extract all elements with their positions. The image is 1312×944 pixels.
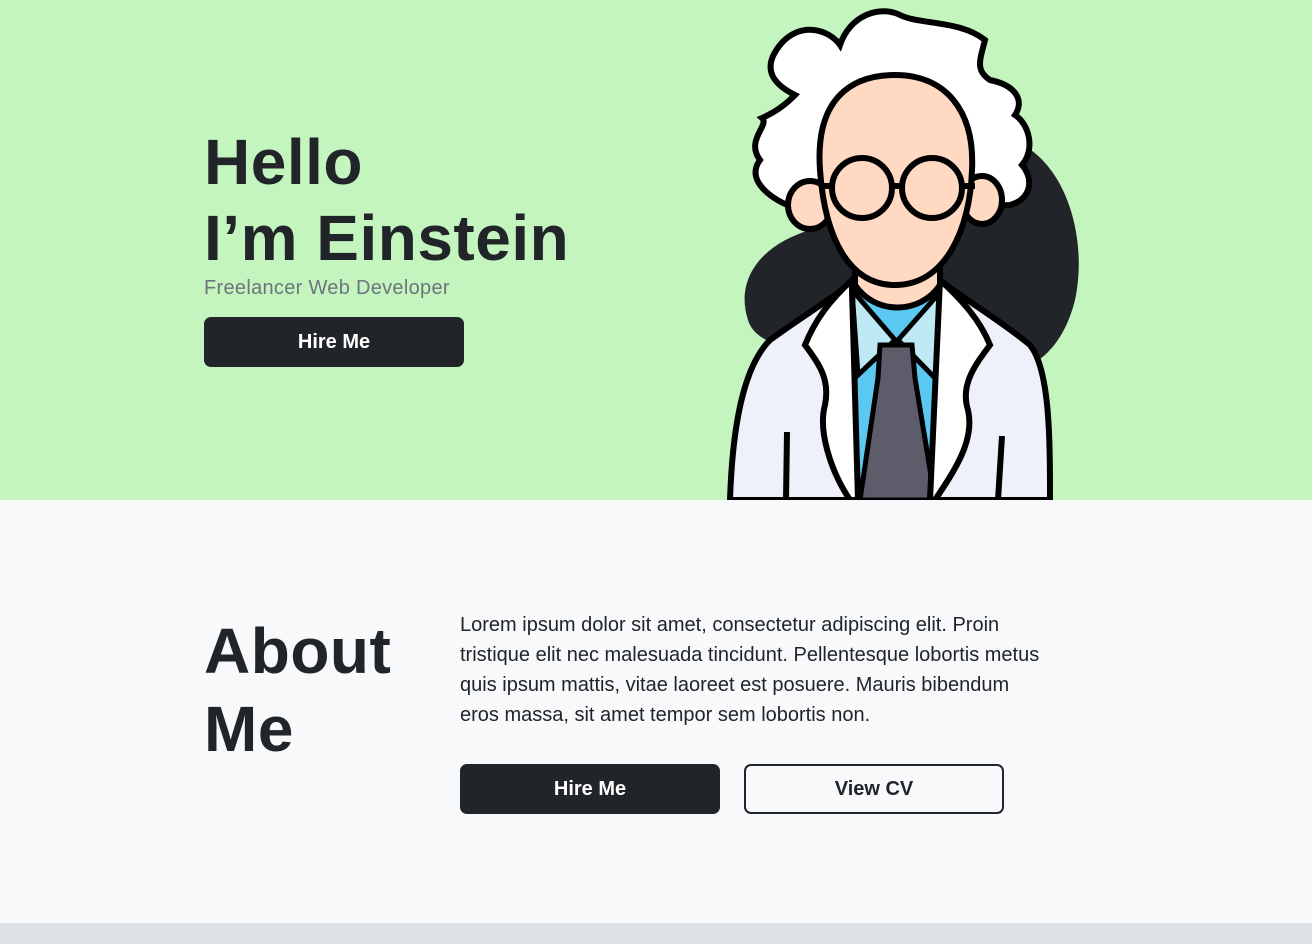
about-buttons: Hire Me View CV <box>460 764 1004 814</box>
about-title-line1: About <box>204 615 392 687</box>
about-title-line2: Me <box>204 693 294 765</box>
hero-title-line2: I’m Einstein <box>204 202 570 274</box>
hero-text: Hello I’m Einstein Freelancer Web Develo… <box>204 124 569 300</box>
about-section: About Me Lorem ipsum dolor sit amet, con… <box>0 500 1312 923</box>
einstein-illustration <box>726 8 1079 500</box>
hero-hire-button[interactable]: Hire Me <box>204 317 464 367</box>
hero-section: Hello I’m Einstein Freelancer Web Develo… <box>0 0 1312 500</box>
view-cv-button[interactable]: View CV <box>744 764 1004 814</box>
glasses-left-lens <box>829 155 895 221</box>
glasses-right-lens <box>899 155 965 221</box>
hero-subtitle: Freelancer Web Developer <box>204 277 450 299</box>
about-title: About Me <box>204 612 391 768</box>
hero-title-line1: Hello <box>204 126 363 198</box>
hero-title: Hello I’m Einstein <box>204 124 569 276</box>
footer-strip <box>0 923 1312 944</box>
about-paragraph: Lorem ipsum dolor sit amet, consectetur … <box>460 614 1040 726</box>
about-hire-button[interactable]: Hire Me <box>460 764 720 814</box>
